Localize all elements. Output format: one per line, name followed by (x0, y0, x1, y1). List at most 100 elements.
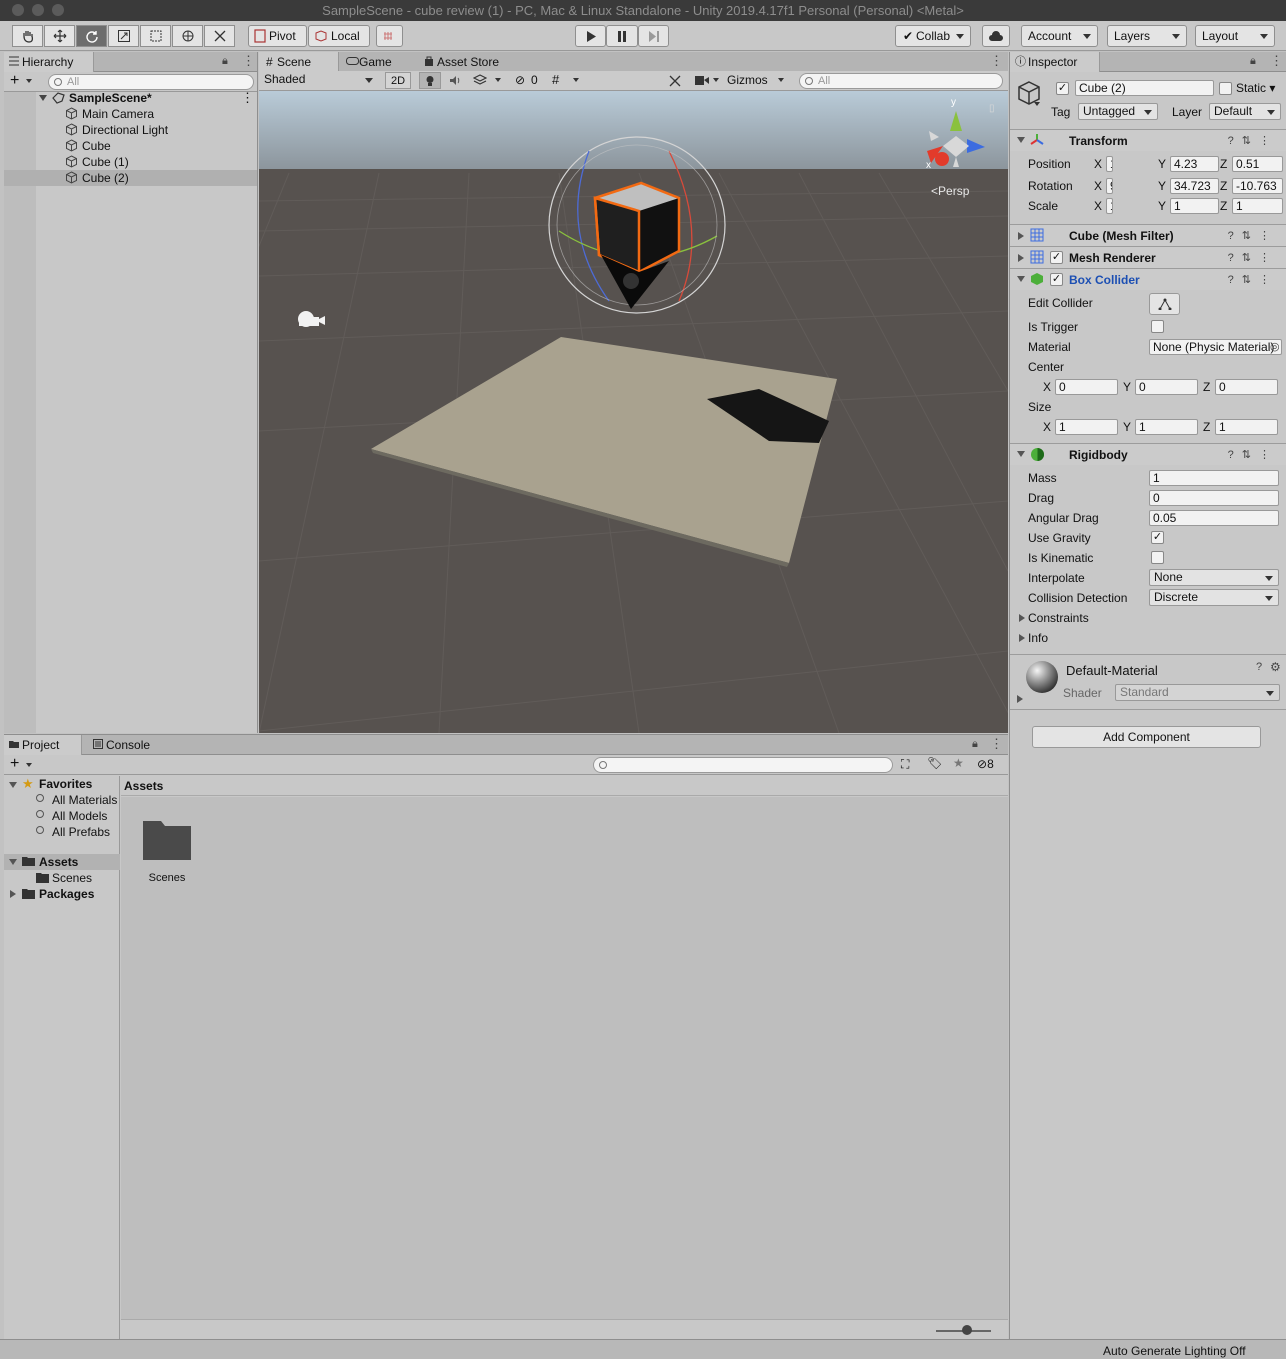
add-component-button[interactable]: Add Component (1032, 726, 1261, 748)
info-foldout[interactable]: Info (1028, 631, 1048, 645)
scale-z-field[interactable]: 1 (1232, 198, 1283, 214)
kebab-menu-icon[interactable]: ⋮ (1270, 53, 1283, 69)
favorite-star-icon[interactable]: ★ (953, 756, 964, 770)
size-y-field[interactable]: 1 (1135, 419, 1198, 435)
constraints-foldout[interactable]: Constraints (1028, 611, 1089, 625)
favorite-item[interactable]: All Prefabs (4, 824, 120, 840)
add-object-button[interactable]: + (10, 72, 19, 90)
fold-right-icon[interactable] (1018, 254, 1024, 262)
custom-tool-icon[interactable] (204, 25, 235, 47)
mesh-filter-header[interactable]: Cube (Mesh Filter) ?⇅⋮ (1010, 224, 1286, 246)
transform-tool-icon[interactable] (172, 25, 203, 47)
layers-dropdown[interactable]: Layers (1107, 25, 1187, 47)
play-button[interactable] (575, 25, 606, 47)
kebab-menu-icon[interactable]: ⋮ (242, 53, 255, 69)
search-by-label-icon[interactable]: 🏷︎ (927, 756, 942, 770)
center-x-field[interactable]: 0 (1055, 379, 1118, 395)
axis-y-label[interactable]: Y (1123, 380, 1131, 394)
tab-scene[interactable]: # Scene (259, 52, 339, 72)
hierarchy-search-input[interactable]: All (48, 74, 254, 90)
axis-x-label[interactable]: X (1043, 380, 1051, 394)
gizmos-dropdown[interactable]: Gizmos (725, 72, 791, 89)
help-icon[interactable]: ? (1256, 661, 1262, 673)
axis-z-label[interactable]: Z (1220, 157, 1227, 171)
tab-project[interactable]: Project (4, 735, 82, 755)
kebab-menu-icon[interactable]: ⋮ (990, 53, 1003, 69)
breadcrumb-assets[interactable]: Assets (124, 779, 163, 793)
lock-icon[interactable]: 🔒︎ (972, 738, 978, 751)
axis-y-label[interactable]: Y (1123, 420, 1131, 434)
fold-down-icon[interactable] (1017, 451, 1025, 457)
axis-z-label[interactable]: Z (1220, 199, 1227, 213)
hand-tool-icon[interactable] (12, 25, 43, 47)
scene-tools-button[interactable] (666, 72, 684, 89)
fold-right-icon[interactable] (1019, 614, 1025, 622)
move-tool-icon[interactable] (44, 25, 75, 47)
fold-down-icon[interactable] (9, 782, 17, 788)
box-collider-header[interactable]: ✓ Box Collider ?⇅⋮ (1010, 268, 1286, 290)
scene-viewport[interactable]: y x ▯ <Persp (259, 91, 1008, 733)
axis-z-label[interactable]: Z (1203, 420, 1210, 434)
layout-dropdown[interactable]: Layout (1195, 25, 1275, 47)
packages-tree-row[interactable]: Packages (4, 886, 120, 902)
rotation-x-field[interactable]: 9.17600 (1106, 178, 1113, 194)
fold-down-icon[interactable] (1017, 137, 1025, 143)
scale-tool-icon[interactable] (108, 25, 139, 47)
object-name-field[interactable]: Cube (2) (1075, 80, 1214, 96)
size-z-field[interactable]: 1 (1215, 419, 1278, 435)
scene-root-row[interactable]: SampleScene* ⋮ (4, 90, 257, 106)
lock-icon[interactable]: 🔒︎ (222, 55, 228, 68)
tab-inspector[interactable]: ⓘ Inspector (1010, 52, 1100, 72)
static-checkbox[interactable] (1219, 82, 1232, 95)
lock-icon[interactable]: ▯ (989, 103, 995, 114)
component-header-icons[interactable]: ?⇅⋮ (1228, 448, 1278, 461)
grid-snap-dropdown[interactable]: # (549, 72, 585, 89)
transform-header[interactable]: Transform ?⇅⋮ (1010, 129, 1286, 151)
is-trigger-checkbox[interactable] (1151, 320, 1164, 333)
axis-z-label[interactable]: Z (1220, 179, 1227, 193)
object-picker-icon[interactable]: ◎ (1270, 340, 1280, 353)
step-button[interactable] (638, 25, 669, 47)
favorite-item[interactable]: All Materials (4, 792, 120, 808)
interpolate-dropdown[interactable]: None (1149, 569, 1279, 586)
position-x-field[interactable]: 1 (1106, 156, 1113, 172)
edit-collider-button[interactable] (1149, 293, 1180, 315)
scene-effects-dropdown[interactable] (469, 72, 503, 89)
pivot-toggle-button[interactable]: Pivot (248, 25, 307, 47)
center-y-field[interactable]: 0 (1135, 379, 1198, 395)
scale-y-field[interactable]: 1 (1170, 198, 1219, 214)
collab-dropdown[interactable]: ✔ Collab (895, 25, 971, 47)
slider-thumb[interactable] (962, 1325, 972, 1335)
component-header-icons[interactable]: ?⇅⋮ (1228, 251, 1278, 264)
kebab-menu-icon[interactable]: ⋮ (990, 736, 1003, 752)
box-collider-enabled-checkbox[interactable]: ✓ (1050, 273, 1063, 286)
active-checkbox[interactable]: ✓ (1056, 82, 1069, 95)
scene-camera-dropdown[interactable] (692, 72, 722, 89)
tab-asset-store[interactable]: Asset Store (419, 52, 519, 72)
mesh-renderer-enabled-checkbox[interactable]: ✓ (1050, 251, 1063, 264)
hierarchy-item[interactable]: Directional Light (4, 122, 257, 138)
rect-tool-icon[interactable] (140, 25, 171, 47)
hidden-objects-toggle[interactable]: ⊘ 0 (512, 72, 544, 89)
is-kinematic-checkbox[interactable] (1151, 551, 1164, 564)
hierarchy-item[interactable]: Cube (4, 138, 257, 154)
tab-hierarchy[interactable]: Hierarchy (4, 52, 94, 72)
search-by-type-icon[interactable]: ⛶ (901, 757, 909, 772)
axis-y-label[interactable]: Y (1158, 157, 1166, 171)
mesh-renderer-header[interactable]: ✓ Mesh Renderer ?⇅⋮ (1010, 246, 1286, 268)
hierarchy-item[interactable]: Cube (2) (4, 170, 257, 186)
create-asset-button[interactable]: + (10, 755, 19, 773)
fold-right-icon[interactable] (1017, 695, 1023, 703)
collider-material-field[interactable]: None (Physic Material) (1149, 339, 1282, 355)
axis-y-label[interactable]: Y (1158, 199, 1166, 213)
position-y-field[interactable]: 4.23 (1170, 156, 1219, 172)
component-header-icons[interactable]: ?⇅⋮ (1228, 229, 1278, 242)
account-dropdown[interactable]: Account (1021, 25, 1098, 47)
scene-search-input[interactable]: All (799, 73, 1003, 89)
scenes-tree-row[interactable]: Scenes (4, 870, 120, 886)
fold-down-icon[interactable] (9, 859, 17, 865)
toggle-2d-button[interactable]: 2D (385, 72, 411, 89)
rigidbody-header[interactable]: Rigidbody ?⇅⋮ (1010, 443, 1286, 465)
center-z-field[interactable]: 0 (1215, 379, 1278, 395)
rotation-z-field[interactable]: -10.763 (1232, 178, 1283, 194)
